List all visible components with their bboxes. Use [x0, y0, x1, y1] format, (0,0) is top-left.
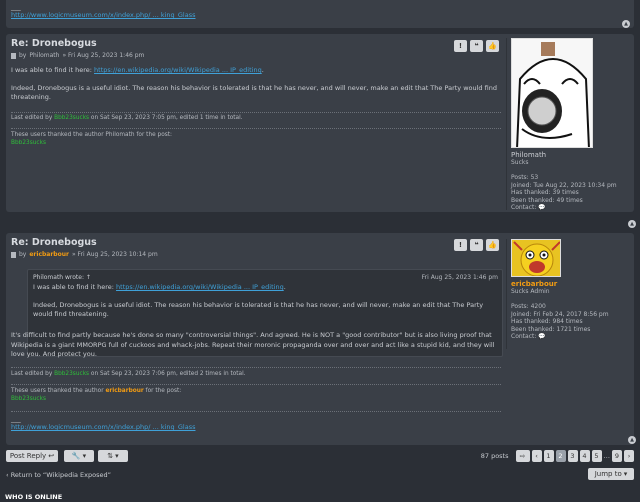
- thanks-user-link[interactable]: Bbb23sucks: [11, 140, 172, 148]
- thumbs-up-icon[interactable]: 👍: [486, 40, 499, 52]
- profile-been-thanked: Been thanked: 49 times: [511, 196, 583, 204]
- author-profile: Philomath Sucks Posts: 53 Joined: Tue Au…: [506, 38, 630, 211]
- chevron-down-icon: ▾: [115, 452, 119, 460]
- tools-dropdown[interactable]: 🔧 ▾: [64, 450, 94, 462]
- avatar[interactable]: [511, 38, 593, 148]
- post-author[interactable]: ericbarbour: [29, 251, 69, 258]
- post-byline: by Philomath » Fri Aug 25, 2023 1:46 pm: [11, 52, 144, 59]
- page-link[interactable]: 9: [612, 450, 622, 462]
- page-link[interactable]: 3: [567, 450, 578, 462]
- post-ericbarbour: Re: Dronebogus by ericbarbour » Fri Aug …: [6, 233, 636, 445]
- thumbs-up-icon[interactable]: 👍: [486, 239, 499, 251]
- signature-link[interactable]: http://www.logicmuseum.com/x/index.php/ …: [11, 11, 196, 19]
- wrench-icon: 🔧: [71, 452, 81, 460]
- jump-to-dropdown[interactable]: Jump to ▾: [588, 468, 634, 480]
- post-toolbar: Post Reply ↩ 🔧 ▾ ⇅ ▾ 87 posts ⇨ ‹ 1 2 3 4 5…: [6, 450, 634, 464]
- chevron-left-icon[interactable]: ‹: [531, 450, 542, 462]
- top-arrow-icon[interactable]: ▲: [622, 20, 630, 28]
- post-date: » Fri Aug 25, 2023 10:14 pm: [71, 251, 158, 258]
- thanks-user-link[interactable]: Bbb23sucks: [11, 396, 181, 404]
- edited-user-link[interactable]: Bbb23sucks: [54, 115, 89, 121]
- top-arrow-icon[interactable]: ▲: [628, 220, 636, 228]
- post-content: I was able to find it here: https://en.w…: [11, 66, 501, 103]
- divider: [11, 384, 501, 385]
- profile-name[interactable]: Philomath: [511, 151, 630, 159]
- previous-post-stub: ___ http://www.logicmuseum.com/x/index.p…: [6, 0, 634, 28]
- thanks-block: These users thanked the author Philomath…: [11, 132, 172, 148]
- post-file-icon[interactable]: [11, 52, 16, 59]
- quote-date: Fri Aug 25, 2023 1:46 pm: [421, 274, 498, 281]
- profile-rank: Sucks Admin: [511, 288, 550, 295]
- post-byline: by ericbarbour » Fri Aug 25, 2023 10:14 …: [11, 251, 158, 258]
- avatar[interactable]: [511, 239, 561, 277]
- bottom-nav: ‹ Return to “Wikipedia Exposed” Jump to ▾: [6, 468, 634, 482]
- wikipedia-link[interactable]: https://en.wikipedia.org/wiki/Wikipedia …: [94, 66, 262, 74]
- post-title[interactable]: Re: Dronebogus: [11, 237, 97, 248]
- warn-icon[interactable]: !: [454, 40, 467, 52]
- author-profile: ericbarbour Sucks Admin Posts: 4200 Join…: [506, 239, 630, 349]
- profile-has-thanked: Has thanked: 984 times: [511, 318, 583, 325]
- divider: [11, 112, 501, 113]
- post-paragraph: Indeed, Dronebogus is a useful idiot. Th…: [11, 83, 497, 102]
- jump-icon[interactable]: ⇨: [515, 450, 530, 462]
- page-ellipsis: …: [603, 452, 611, 460]
- sort-icon: ⇅: [107, 452, 114, 460]
- post-philomath: Re: Dronebogus by Philomath » Fri Aug 25…: [6, 34, 636, 228]
- return-link[interactable]: ‹ Return to “Wikipedia Exposed”: [6, 471, 111, 479]
- thanks-block: These users thanked the author ericbarbo…: [11, 388, 182, 404]
- profile-posts[interactable]: Posts: 53: [511, 174, 630, 182]
- sort-dropdown[interactable]: ⇅ ▾: [98, 450, 128, 462]
- edited-notice: Last edited by Bbb23sucks on Sat Sep 23,…: [11, 115, 243, 121]
- pagination: 87 posts ⇨ ‹ 1 2 3 4 5 … 9 ›: [481, 450, 634, 462]
- profile-posts[interactable]: Posts: 4200: [511, 303, 630, 311]
- page-link[interactable]: 5: [591, 450, 602, 462]
- chevron-down-icon: ▾: [82, 452, 87, 460]
- post-body: It's difficult to find partly because he…: [11, 331, 495, 358]
- signature-dash: ___: [11, 3, 21, 11]
- profile-name[interactable]: ericbarbour: [511, 280, 630, 288]
- post-author[interactable]: Philomath: [29, 52, 59, 59]
- post-reply-button[interactable]: Post Reply ↩: [6, 450, 58, 462]
- contact-icon[interactable]: 💬: [538, 204, 545, 211]
- divider: [11, 128, 501, 129]
- edited-user-link[interactable]: Bbb23sucks: [54, 371, 89, 377]
- post-actions: ! ❝ 👍: [454, 40, 499, 52]
- top-arrow-icon[interactable]: ▲: [628, 436, 636, 444]
- quote-icon[interactable]: ❝: [470, 239, 483, 251]
- signature: ___ http://www.logicmuseum.com/x/index.p…: [11, 415, 196, 431]
- wikipedia-link[interactable]: https://en.wikipedia.org/wiki/Wikipedia …: [116, 283, 284, 291]
- thanks-author-link[interactable]: ericbarbour: [105, 388, 143, 394]
- post-count: 87 posts: [480, 452, 509, 460]
- page-link[interactable]: 1: [543, 450, 554, 462]
- divider: [11, 367, 501, 368]
- page-current: 2: [555, 450, 566, 462]
- post-title[interactable]: Re: Dronebogus: [11, 38, 97, 49]
- profile-contact: Contact: 💬: [511, 333, 546, 340]
- profile-rank: Sucks: [511, 159, 529, 166]
- chevron-down-icon: ▾: [623, 470, 628, 478]
- signature-link[interactable]: http://www.logicmuseum.com/x/index.php/ …: [11, 423, 196, 431]
- post-date: » Fri Aug 25, 2023 1:46 pm: [62, 52, 145, 59]
- profile-joined: Joined: Fri Feb 24, 2017 8:56 pm: [511, 310, 609, 318]
- divider: [11, 411, 501, 412]
- chevron-left-icon: ‹: [6, 471, 9, 479]
- edited-notice: Last edited by Bbb23sucks on Sat Sep 23,…: [11, 371, 246, 377]
- who-is-online-heading: WHO IS ONLINE: [5, 493, 63, 501]
- profile-has-thanked: Has thanked: 39 times: [511, 189, 579, 196]
- profile-joined: Joined: Tue Aug 22, 2023 10:34 pm: [511, 181, 617, 189]
- quote-icon[interactable]: ❝: [470, 40, 483, 52]
- quote-paragraph: Indeed, Dronebogus is a useful idiot. Th…: [33, 300, 484, 319]
- profile-contact: Contact: 💬: [511, 204, 546, 211]
- post-file-icon[interactable]: [11, 251, 16, 258]
- contact-icon[interactable]: 💬: [538, 333, 545, 340]
- warn-icon[interactable]: !: [454, 239, 467, 251]
- post-actions: ! ❝ 👍: [454, 239, 499, 251]
- chevron-right-icon[interactable]: ›: [624, 450, 634, 462]
- page-link[interactable]: 4: [579, 450, 590, 462]
- reply-arrow-icon: ↩: [48, 452, 55, 460]
- quote-author[interactable]: Philomath wrote: ↑: [33, 274, 91, 281]
- profile-been-thanked: Been thanked: 1721 times: [511, 325, 591, 333]
